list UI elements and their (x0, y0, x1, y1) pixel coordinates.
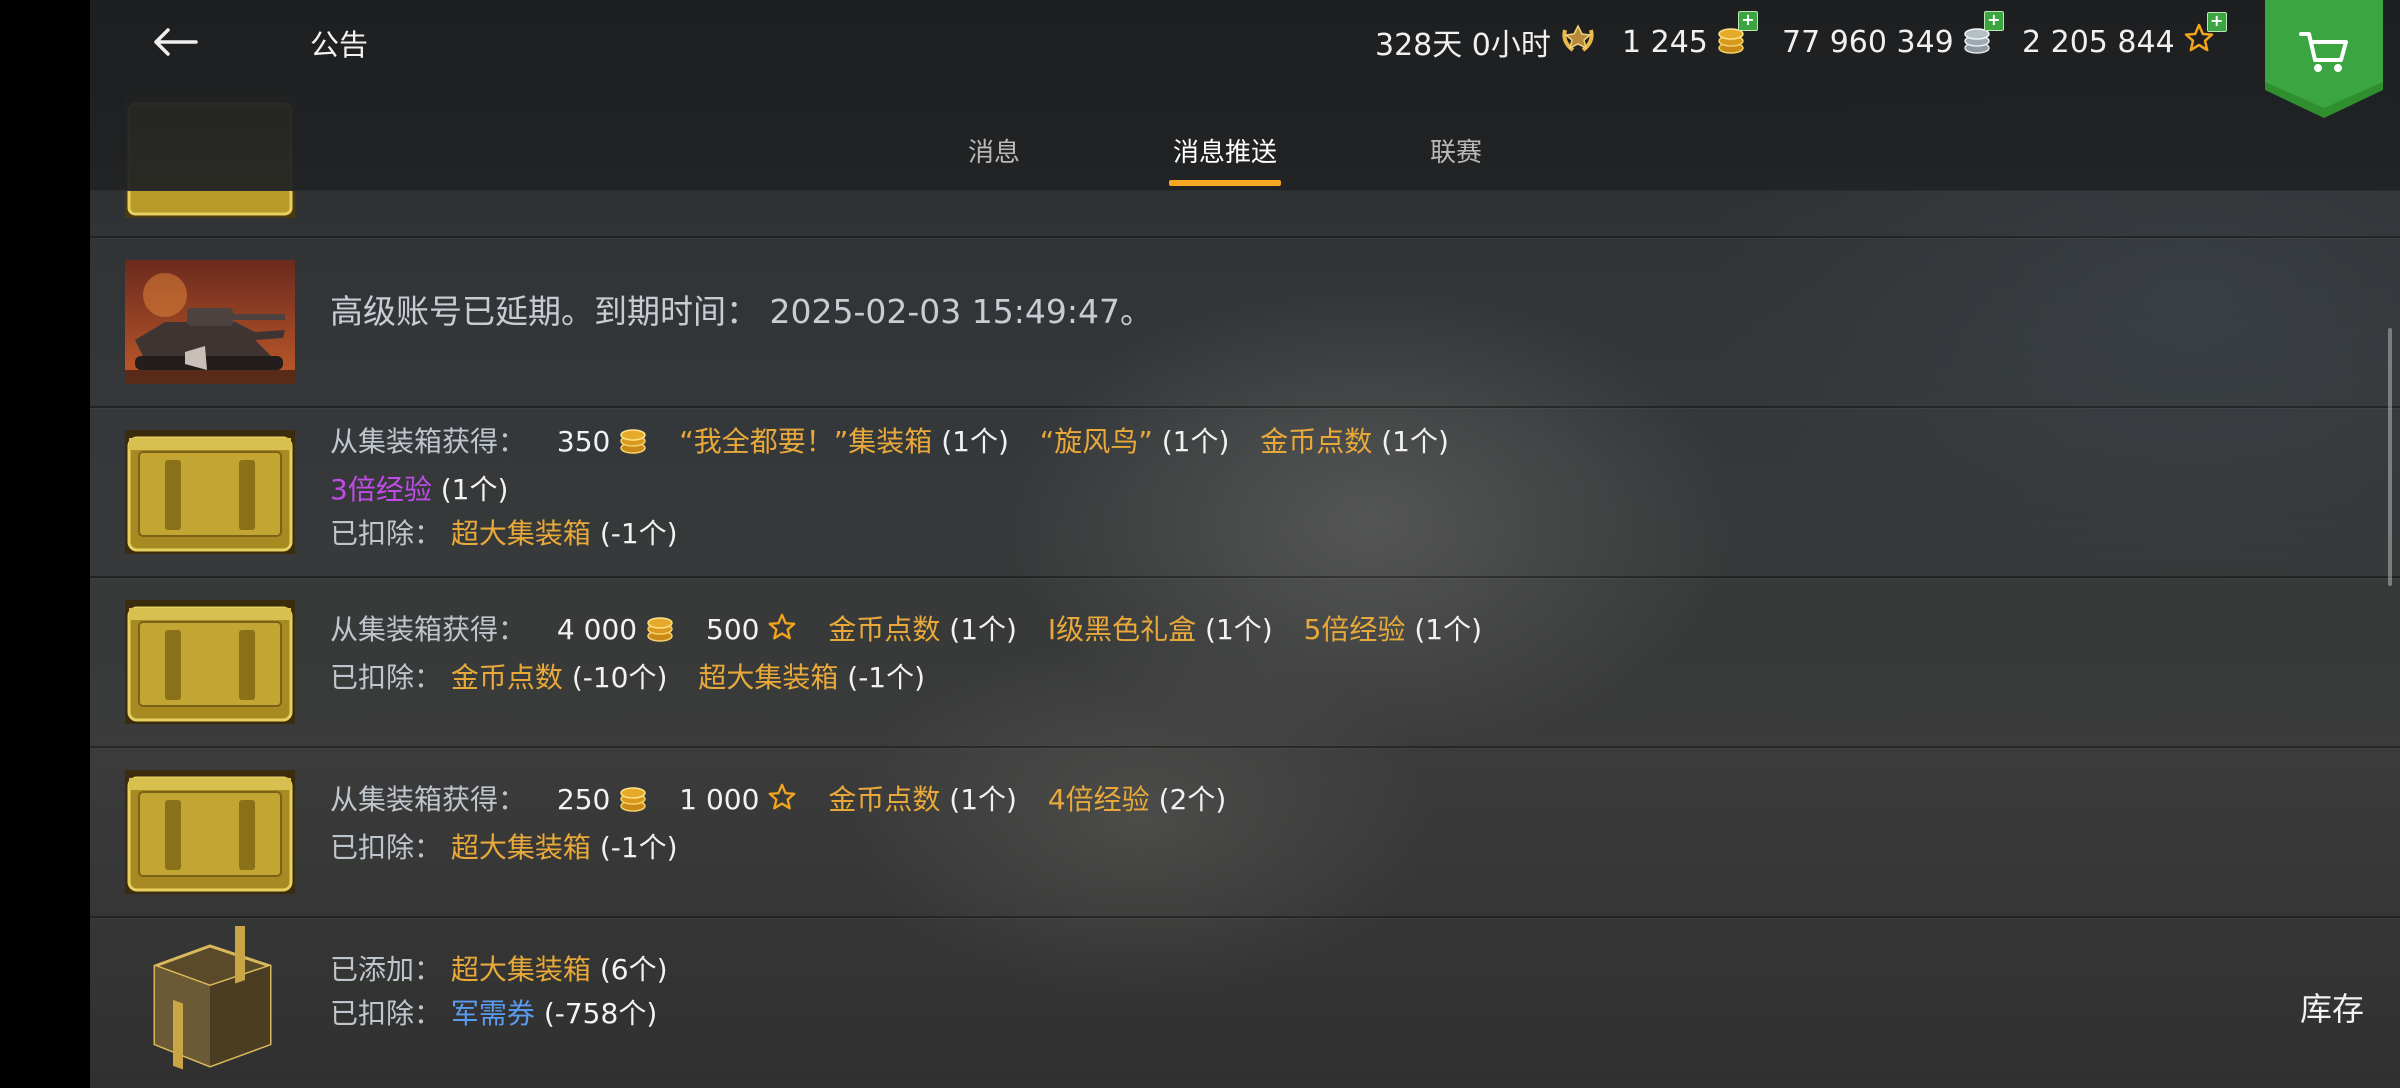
active-tab-indicator (1169, 180, 1282, 186)
tab-push-messages-label: 消息推送 (1173, 138, 1278, 168)
free-xp-star-icon (767, 781, 797, 825)
message-text: 已添加： 超大集装箱 (6个) 已扣除： 军需券 (-758个) (330, 948, 668, 1036)
back-arrow-icon (154, 28, 198, 56)
obtained-label: 从集装箱获得： (330, 425, 527, 458)
reward-count: (1个) (1381, 425, 1449, 458)
deducted-label: 已扣除： (330, 831, 443, 864)
list-item: 从集装箱获得： 4 000 500 金币点数 (1个) I级黑色礼盒 (1个) … (90, 578, 2400, 748)
free-xp-reward: 500 (706, 613, 760, 646)
premium-time-counter[interactable]: 328天 0小时 (1375, 20, 1597, 64)
deducted-item: 超大集装箱 (698, 661, 839, 694)
reward-count: (1个) (949, 783, 1017, 816)
free-xp-counter[interactable]: 2 205 844 + (2022, 12, 2227, 64)
reward-item: 4倍经验 (1047, 783, 1150, 816)
list-item: 从集装箱获得： 250 1 000 金币点数 (1个) 4倍经验 (2个) 已扣… (90, 748, 2400, 918)
obtained-label: 从集装箱获得： (330, 613, 527, 646)
deducted-count: (-1个) (847, 661, 926, 694)
credits-counter[interactable]: 77 960 349 + (1782, 11, 2004, 64)
premium-time-text: 328天 0小时 (1375, 28, 1551, 63)
credits-amount: 77 960 349 (1782, 24, 1954, 60)
deducted-item: 超大集装箱 (450, 831, 591, 864)
message-text: 从集装箱获得： 250 1 000 金币点数 (1个) 4倍经验 (2个) 已扣… (330, 778, 1226, 870)
gold-coins-icon (645, 612, 675, 656)
reward-count: (1个) (1161, 425, 1230, 458)
gold-reward: 350 (556, 425, 611, 458)
tab-bar: 消息 消息推送 联赛 (90, 118, 2400, 190)
tab-messages[interactable]: 消息 (968, 132, 1020, 169)
free-xp-star-icon: + (2183, 12, 2227, 62)
deducted-item: 超大集装箱 (450, 517, 591, 550)
reward-item: 金币点数 (1260, 425, 1373, 458)
reward-item: 3倍经验 (330, 473, 432, 506)
reward-item: 金币点数 (828, 783, 941, 816)
back-button[interactable] (140, 14, 210, 70)
container-thumbnail (125, 770, 295, 894)
list-item (90, 94, 2400, 238)
tank-thumbnail (125, 260, 295, 384)
premium-message-text: 高级账号已延期。到期时间： (330, 292, 759, 331)
premium-expiry-date: 2025-02-03 15:49:47。 (769, 292, 1153, 331)
deducted-item: 军需券 (450, 997, 535, 1030)
top-bar: 公告 328天 0小时 1 245 + 77 960 349 + 2 205 8… (90, 0, 2400, 191)
free-xp-reward: 1 000 (679, 783, 760, 816)
deducted-label: 已扣除： (330, 661, 443, 694)
deducted-count: (-10个) (571, 661, 668, 694)
reward-count: (1个) (440, 473, 509, 506)
reward-count: (1个) (1414, 613, 1483, 646)
added-count: (6个) (599, 953, 668, 986)
tab-league-label: 联赛 (1430, 138, 1483, 168)
inventory-button[interactable]: 库存 (2300, 984, 2364, 1030)
reward-count: (1个) (941, 425, 1009, 458)
deducted-label: 已扣除： (330, 517, 443, 550)
message-text: 从集装箱获得： 350 “我全都要！”集装箱 (1个) “旋风鸟” (1个) 金… (330, 420, 1449, 556)
silver-credits-icon: + (1962, 11, 2004, 63)
page-title: 公告 (310, 28, 369, 62)
obtained-label: 从集装箱获得： (330, 783, 527, 816)
reward-count: (1个) (949, 613, 1017, 646)
container-thumbnail (125, 600, 295, 724)
reward-item: I级黑色礼盒 (1047, 613, 1197, 646)
plus-icon: + (2206, 12, 2227, 32)
gold-reward: 4 000 (556, 613, 638, 646)
reward-item: “我全都要！”集装箱 (679, 425, 933, 458)
free-xp-star-icon (767, 611, 797, 655)
list-item: 从集装箱获得： 350 “我全都要！”集装箱 (1个) “旋风鸟” (1个) 金… (90, 408, 2400, 578)
tab-push-messages[interactable]: 消息推送 (1169, 132, 1282, 186)
added-label: 已添加： (330, 953, 443, 986)
gold-coins-icon (618, 782, 648, 826)
gold-coins-icon: + (1716, 11, 1758, 63)
list-item: 已添加： 超大集装箱 (6个) 已扣除： 军需券 (-758个) (90, 918, 2400, 1088)
deducted-label: 已扣除： (330, 997, 443, 1030)
tab-league[interactable]: 联赛 (1430, 132, 1482, 169)
plus-icon: + (1983, 11, 2004, 31)
gold-coins-icon (618, 424, 648, 468)
scrollbar[interactable] (2388, 328, 2392, 586)
added-item: 超大集装箱 (450, 953, 591, 986)
reward-item: “旋风鸟” (1039, 425, 1153, 458)
shop-button[interactable] (2265, 0, 2383, 118)
mega-container-thumbnail (135, 926, 285, 1076)
premium-extended-message: 高级账号已延期。到期时间： 2025-02-03 15:49:47。 (330, 290, 1153, 334)
reward-count: (1个) (1205, 613, 1273, 646)
gold-reward: 250 (556, 783, 611, 816)
reward-item: 5倍经验 (1303, 613, 1406, 646)
reward-count: (2个) (1158, 783, 1227, 816)
message-text: 从集装箱获得： 4 000 500 金币点数 (1个) I级黑色礼盒 (1个) … (330, 608, 1482, 700)
gold-counter[interactable]: 1 245 + (1622, 11, 1758, 64)
gold-amount: 1 245 (1622, 24, 1708, 60)
deducted-count: (-1个) (599, 831, 678, 864)
free-xp-amount: 2 205 844 (2022, 24, 2175, 60)
deducted-item: 金币点数 (450, 661, 563, 694)
container-thumbnail (125, 430, 295, 554)
tab-messages-label: 消息 (968, 138, 1021, 168)
notifications-screen: 公告 328天 0小时 1 245 + 77 960 349 + 2 205 8… (90, 0, 2400, 1088)
reward-item: 金币点数 (828, 613, 941, 646)
plus-icon: + (1737, 11, 1758, 31)
list-item-premium: 高级账号已延期。到期时间： 2025-02-03 15:49:47。 (90, 238, 2400, 408)
premium-laurel-icon (1559, 20, 1597, 64)
deducted-count: (-1个) (599, 517, 678, 550)
deducted-count: (-758个) (543, 997, 658, 1030)
